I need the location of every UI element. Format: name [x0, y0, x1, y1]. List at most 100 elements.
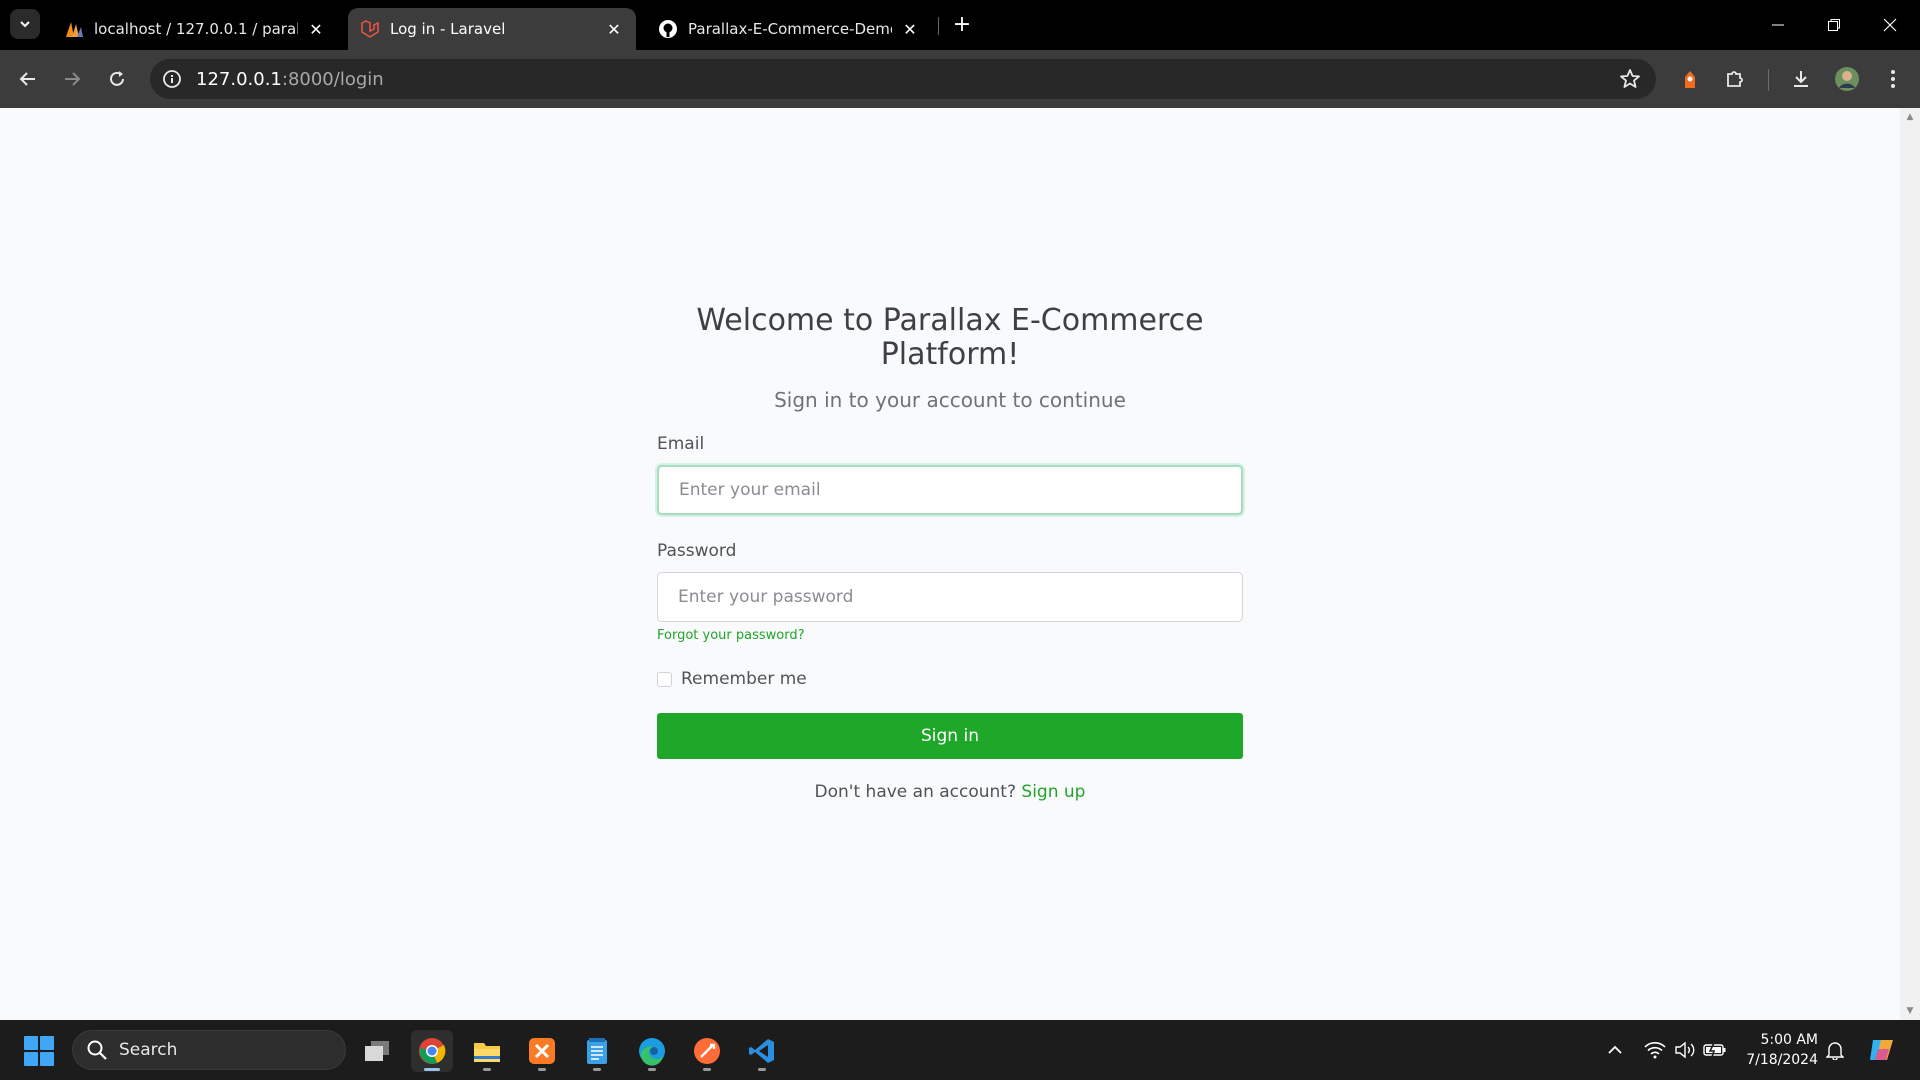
taskbar-search[interactable]: Search	[72, 1030, 346, 1070]
page-scrollbar[interactable]: ▲ ▼	[1900, 108, 1920, 1020]
arrow-left-icon	[19, 72, 35, 86]
page-title: Welcome to Parallax E-Commerce Platform!	[696, 303, 1204, 372]
remember-me-row: Remember me	[657, 669, 1243, 689]
url-path: :8000/login	[281, 68, 384, 90]
windows-taskbar: Search 5:00 AM 7/18/2024	[0, 1020, 1920, 1080]
browser-toolbar: 127.0.0.1:8000/login	[0, 50, 1920, 108]
remember-me-checkbox[interactable]	[657, 671, 672, 687]
profile-button[interactable]	[1829, 61, 1865, 97]
info-icon	[163, 70, 181, 88]
url-text: 127.0.0.1:8000/login	[196, 69, 384, 90]
bell-icon	[1826, 1042, 1844, 1060]
clock-time: 5:00 AM	[1760, 1032, 1818, 1048]
file-explorer-taskbar-button[interactable]	[466, 1030, 508, 1072]
battery-charging-icon	[1703, 1043, 1726, 1057]
address-bar[interactable]: 127.0.0.1:8000/login	[150, 59, 1656, 99]
chrome-taskbar-button[interactable]	[411, 1030, 453, 1072]
running-indicator	[648, 1068, 656, 1071]
password-label: Password	[657, 541, 737, 561]
running-indicator	[424, 1068, 440, 1071]
restore-icon	[1828, 19, 1840, 31]
volume-icon	[1675, 1041, 1695, 1059]
running-indicator	[538, 1068, 546, 1071]
email-field[interactable]	[657, 465, 1243, 515]
reload-button[interactable]	[99, 61, 135, 97]
tab-title: Parallax-E-Commerce-Demo/RE	[688, 20, 892, 38]
tab-title: localhost / 127.0.0.1 / parallax_e	[94, 20, 298, 38]
tab-title: Log in - Laravel	[390, 20, 506, 38]
arrow-right-icon	[65, 72, 81, 86]
tab-laravel-login[interactable]: Log in - Laravel ✕	[348, 8, 636, 50]
scroll-down-icon[interactable]: ▼	[1905, 1006, 1915, 1016]
edge-icon	[639, 1038, 665, 1066]
toolbar-divider	[1768, 69, 1769, 91]
page-viewport: Welcome to Parallax E-Commerce Platform!…	[0, 108, 1900, 1020]
xampp-taskbar-button[interactable]	[521, 1030, 563, 1072]
wifi-status[interactable]	[1643, 1038, 1667, 1062]
windows-logo-icon	[40, 1052, 54, 1066]
more-vertical-icon	[1891, 70, 1895, 88]
xampp-icon	[529, 1038, 555, 1064]
download-icon	[1794, 71, 1808, 87]
file-explorer-icon	[474, 1043, 500, 1062]
extensions-button[interactable]	[1717, 61, 1753, 97]
notifications-button[interactable]	[1823, 1038, 1847, 1062]
signup-prompt: Don't have an account?	[814, 782, 1016, 802]
running-indicator	[593, 1068, 601, 1071]
extension-button[interactable]	[1672, 61, 1708, 97]
avatar-icon	[1835, 67, 1859, 91]
bookmark-star-icon[interactable]	[1618, 67, 1642, 91]
new-tab-button[interactable]: +	[948, 10, 976, 38]
notepad-icon	[587, 1038, 607, 1064]
url-host: 127.0.0.1	[196, 68, 282, 90]
minimize-button[interactable]	[1750, 0, 1806, 50]
tab-github[interactable]: Parallax-E-Commerce-Demo/RE ✕	[646, 8, 932, 50]
running-indicator	[483, 1068, 491, 1071]
battery-status[interactable]	[1703, 1038, 1727, 1062]
back-button[interactable]	[10, 61, 46, 97]
windows-logo-icon	[24, 1036, 38, 1050]
close-tab-icon[interactable]: ✕	[900, 20, 920, 39]
scroll-up-icon[interactable]: ▲	[1905, 112, 1915, 122]
close-tab-icon[interactable]: ✕	[604, 20, 624, 39]
forward-button[interactable]	[54, 61, 90, 97]
signup-row: Don't have an account? Sign up	[657, 782, 1243, 802]
password-field[interactable]	[657, 572, 1243, 622]
extension-fox-icon	[1685, 71, 1695, 88]
login-form: Welcome to Parallax E-Commerce Platform!…	[657, 304, 1243, 802]
tab-separator	[938, 17, 939, 35]
task-view-button[interactable]	[356, 1030, 398, 1072]
site-info-button[interactable]	[154, 61, 190, 97]
puzzle-icon	[1727, 71, 1743, 87]
close-window-button[interactable]	[1862, 0, 1918, 50]
notepad-taskbar-button[interactable]	[576, 1030, 618, 1072]
phpmyadmin-icon	[66, 22, 83, 37]
chevron-up-icon	[1608, 1045, 1622, 1054]
copilot-button[interactable]	[1866, 1034, 1898, 1066]
remember-me-label: Remember me	[681, 669, 807, 689]
start-button[interactable]	[24, 1036, 54, 1066]
tab-phpmyadmin[interactable]: localhost / 127.0.0.1 / parallax_e ✕	[52, 8, 338, 50]
vscode-taskbar-button[interactable]	[741, 1030, 783, 1072]
postman-taskbar-button[interactable]	[686, 1030, 728, 1072]
show-hidden-icons-button[interactable]	[1603, 1038, 1627, 1062]
vscode-icon	[749, 1039, 774, 1063]
tab-strip: localhost / 127.0.0.1 / parallax_e ✕ Log…	[0, 0, 1920, 50]
github-icon	[659, 20, 677, 38]
reload-icon	[110, 71, 124, 86]
chevron-down-icon	[20, 21, 30, 28]
windows-logo-icon	[24, 1052, 38, 1066]
tab-search-button[interactable]	[10, 9, 40, 39]
sign-up-link[interactable]: Sign up	[1021, 782, 1085, 802]
volume-status[interactable]	[1673, 1038, 1697, 1062]
downloads-button[interactable]	[1783, 61, 1819, 97]
sign-in-button[interactable]: Sign in	[657, 713, 1243, 759]
postman-icon	[694, 1038, 720, 1064]
forgot-password-link[interactable]: Forgot your password?	[657, 628, 805, 643]
close-tab-icon[interactable]: ✕	[306, 20, 326, 39]
system-clock[interactable]: 5:00 AM 7/18/2024	[1738, 1030, 1818, 1070]
restore-button[interactable]	[1806, 0, 1862, 50]
edge-taskbar-button[interactable]	[631, 1030, 673, 1072]
running-indicator	[758, 1068, 766, 1071]
menu-button[interactable]	[1875, 61, 1911, 97]
